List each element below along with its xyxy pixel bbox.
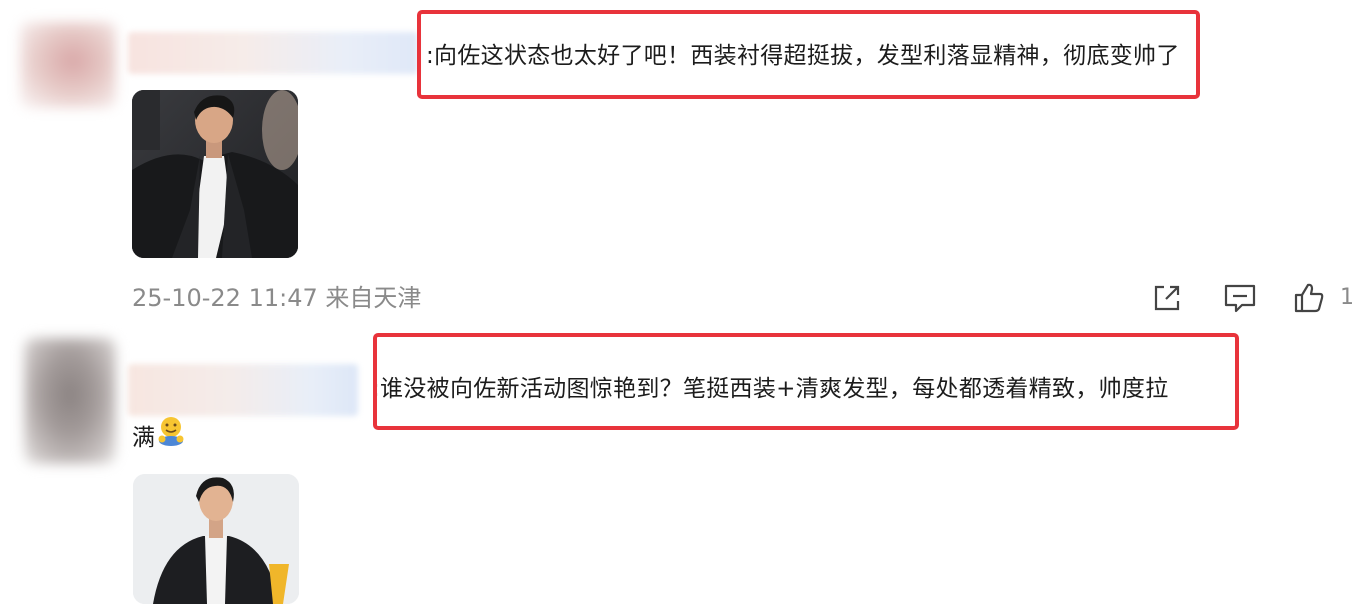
thumbs-up-icon	[1294, 283, 1324, 313]
like-button[interactable]	[1292, 278, 1326, 318]
highlight-box	[417, 10, 1200, 99]
comment-text-line2: 满	[132, 415, 187, 462]
avatar-blurred[interactable]	[24, 338, 116, 464]
comment-text-line2-label: 满	[132, 425, 156, 451]
share-button[interactable]	[1150, 278, 1184, 318]
man-in-suit-photo	[132, 90, 298, 258]
like-count: 1	[1340, 285, 1354, 310]
comment-photo[interactable]	[133, 474, 299, 604]
comment-meta: 25-10-22 11:47 来自天津	[132, 284, 422, 312]
hug-emoji-icon	[155, 415, 187, 462]
avatar-blurred[interactable]	[20, 22, 116, 108]
share-icon	[1154, 285, 1180, 311]
comment-photo[interactable]	[132, 90, 298, 258]
username-blurred[interactable]	[128, 32, 418, 74]
username-blurred[interactable]	[128, 364, 358, 416]
comment-icon	[1224, 284, 1256, 313]
highlight-box	[373, 333, 1239, 430]
man-in-suit-photo	[133, 474, 299, 604]
comment-button[interactable]	[1222, 278, 1258, 318]
